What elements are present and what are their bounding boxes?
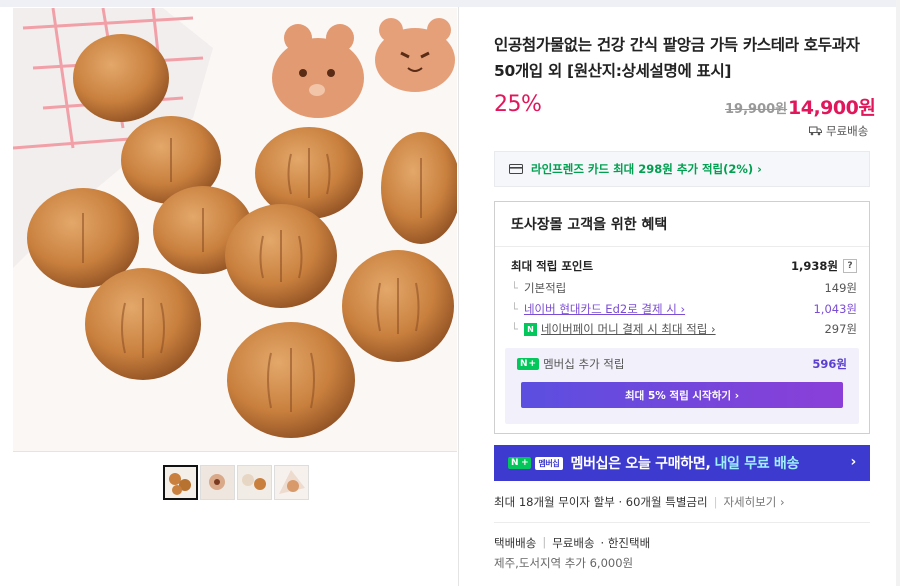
sale-price: 14,900원 <box>788 97 876 119</box>
thumbnail-4[interactable] <box>274 465 309 500</box>
plus-icon: + <box>528 359 537 369</box>
product-main-image[interactable] <box>13 8 457 451</box>
installment-more-link[interactable]: 자세히보기 › <box>723 494 784 510</box>
card-benefit-banner[interactable]: 라인프렌즈 카드 최대 298원 추가 적립(2%) › <box>494 151 870 187</box>
thumbnail-2[interactable] <box>200 465 235 500</box>
max-points-value: 1,938원 <box>791 259 838 273</box>
membership-value: 596원 <box>812 357 847 371</box>
bear-sticker-2 <box>375 18 455 92</box>
naver-plus-badge: N + <box>517 358 540 370</box>
membership-label-group: N + 멤버십 추가 적립 <box>517 356 624 372</box>
thumbnail-image <box>238 466 271 499</box>
naver-pay-icon: N <box>523 322 537 336</box>
max-points-row: 최대 적립 포인트 1,938원 ? <box>511 258 857 274</box>
membership-tag: 멤버십 <box>535 456 563 470</box>
hyundai-card-link[interactable]: 네이버 현대카드 Ed2로 결제 시 › <box>524 301 685 317</box>
column-divider <box>458 7 459 586</box>
delivery-fee: 무료배송 <box>552 536 595 550</box>
chevron-right-icon: › <box>850 454 857 470</box>
product-title: 인공첨가물없는 건강 간식 팥앙금 가득 카스테라 호두과자 50개입 외 [원… <box>494 36 860 80</box>
installment-info: 최대 18개월 무이자 할부 · 60개월 특별금리 | 자세히보기 › <box>494 494 785 510</box>
thumbnail-image <box>165 467 196 498</box>
image-divider <box>13 451 457 452</box>
thumbnail-strip <box>163 465 309 500</box>
delivery-type: 택배배송 <box>494 536 537 550</box>
benefit-row-hyundai-label-group: └ 네이버 현대카드 Ed2로 결제 시 › <box>511 301 686 317</box>
credit-card-icon <box>509 164 523 174</box>
membership-box: N + 멤버십 추가 적립 596원 최대 5% 적립 시작하기 › <box>505 348 859 424</box>
benefit-row-basic: └ 기본적립 149원 <box>511 280 857 296</box>
thumbnail-3[interactable] <box>237 465 272 500</box>
delivery-info: 택배배송 | 무료배송 · 한진택배 <box>494 535 650 551</box>
top-bar <box>0 0 900 7</box>
thumbnail-1[interactable] <box>163 465 198 500</box>
benefit-row-naverpay: └ N 네이버페이 머니 결제 시 최대 적립 › 297원 <box>511 321 857 337</box>
shipping-note: 무료배송 <box>809 123 868 139</box>
benefit-divider <box>495 246 869 247</box>
section-divider <box>494 522 870 523</box>
naverpay-points-value: 297원 <box>824 322 857 336</box>
help-button[interactable]: ? <box>843 259 857 273</box>
installment-text: 최대 18개월 무이자 할부 · 60개월 특별금리 <box>494 495 708 509</box>
thumbnail-image <box>275 466 308 499</box>
card-banner-text: 라인프렌즈 카드 최대 298원 추가 적립(2%) › <box>531 162 762 176</box>
benefit-row-hyundai-card: └ 네이버 현대카드 Ed2로 결제 시 › 1,043원 <box>511 301 857 317</box>
start-membership-button[interactable]: 최대 5% 적립 시작하기 › <box>521 382 843 408</box>
benefit-title: 또사장몰 고객을 위한 혜택 <box>511 217 668 233</box>
hyundai-card-points-value: 1,043원 <box>813 302 857 316</box>
benefit-row-basic-label-group: └ 기본적립 <box>511 281 567 295</box>
basic-points-label: 기본적립 <box>523 281 567 295</box>
original-price: 19,900원 <box>725 102 788 117</box>
thumbnail-image <box>201 466 234 499</box>
membership-promo-banner[interactable]: N + 멤버십 멤버십은 오늘 구매하면, 내일 무료 배송 › <box>494 445 870 481</box>
benefit-row-naverpay-label-group: └ N 네이버페이 머니 결제 시 최대 적립 › <box>511 321 716 337</box>
discount-rate: 25% <box>494 92 542 117</box>
max-points-value-group: 1,938원 ? <box>791 258 857 274</box>
basic-points-value: 149원 <box>824 281 857 295</box>
max-points-label: 최대 적립 포인트 <box>511 259 594 273</box>
benefit-box: 또사장몰 고객을 위한 혜택 최대 적립 포인트 1,938원 ? └ 기본적립 … <box>494 201 870 434</box>
membership-label: 멤버십 추가 적립 <box>543 357 625 371</box>
divider-bar: | <box>713 495 718 509</box>
scrollbar[interactable] <box>896 0 900 586</box>
bear-sticker-1 <box>272 24 364 118</box>
delivery-extra-fee: 제주,도서지역 추가 6,000원 <box>494 556 634 570</box>
shipping-label: 무료배송 <box>826 124 869 138</box>
naver-plus-badge: N + <box>508 457 532 469</box>
membership-row: N + 멤버십 추가 적립 596원 <box>517 356 847 372</box>
delivery-carrier: · 한진택배 <box>600 536 651 550</box>
truck-icon <box>809 126 822 136</box>
naverpay-money-link[interactable]: 네이버페이 머니 결제 시 최대 적립 › <box>541 321 716 337</box>
promo-highlight: 내일 무료 배송 <box>714 456 800 472</box>
divider-bar: | <box>542 535 547 549</box>
promo-text: 멤버십은 오늘 구매하면, <box>570 456 711 472</box>
walnut-cakes-illustration <box>13 8 457 451</box>
